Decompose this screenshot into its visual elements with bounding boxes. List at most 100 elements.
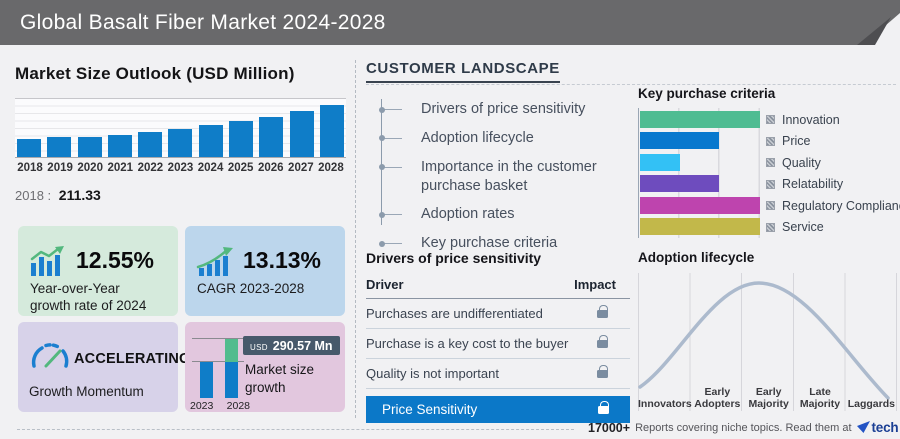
- lock-icon: [597, 304, 608, 318]
- market-bar: [17, 139, 41, 157]
- market-year-label: 2019: [47, 162, 73, 174]
- price-sensitivity-section: Drivers of price sensitivity Driver Impa…: [366, 250, 630, 423]
- base-value: 211.33: [58, 187, 101, 203]
- kpc-bar: [640, 111, 760, 128]
- list-item: Importance in the customer purchase bask…: [378, 153, 630, 201]
- growth-amount-badge: USD 290.57 Mn: [243, 336, 340, 355]
- growth-amount: 290.57 Mn: [272, 338, 333, 353]
- growth-label: Market size growth: [245, 362, 315, 395]
- highlight-label: Price Sensitivity: [382, 402, 478, 417]
- kpc-bar: [640, 196, 760, 214]
- market-bar: [259, 116, 284, 157]
- kpc-legend-label: Innovation: [782, 112, 840, 127]
- adoption-stage-label: Late Majority: [799, 385, 841, 410]
- kpc-legend-item: Relatability: [766, 174, 898, 196]
- mini-year-end: 2028: [226, 400, 250, 412]
- kpc-bar: [640, 153, 680, 171]
- market-bar: [138, 132, 163, 157]
- mini-chart-years: 2023 2028: [190, 400, 250, 412]
- yoy-growth-card: 12.55% Year-over-Year growth rate of 202…: [18, 226, 178, 316]
- key-purchase-criteria-title: Key purchase criteria: [638, 86, 776, 101]
- header-bar: Global Basalt Fiber Market 2024-2028: [0, 0, 900, 45]
- market-bar: [107, 135, 132, 157]
- market-bar: [229, 121, 254, 157]
- market-year-label: 2021: [107, 162, 134, 174]
- legend-swatch-icon: [766, 136, 775, 146]
- title-dashed-rule: [366, 84, 896, 85]
- brand-tech: tech: [871, 420, 899, 435]
- bar-trend-icon: [30, 246, 64, 276]
- driver-cell: Purchases are undifferentiated: [366, 306, 543, 321]
- market-year-label: 2024: [197, 162, 224, 174]
- legend-swatch-icon: [766, 222, 775, 232]
- adoption-curve-chart: Innovators Early Adopters Early Majority La…: [638, 273, 897, 411]
- adoption-lifecycle-section: Adoption lifecycle Innovators Early Adopt…: [638, 250, 897, 411]
- page-corner-fold: [857, 13, 900, 45]
- adoption-stage-label: Early Majority: [748, 385, 789, 410]
- yoy-label: Year-over-Year growth rate of 2024: [30, 281, 147, 314]
- price-sensitivity-highlight-row[interactable]: Price Sensitivity: [366, 396, 630, 423]
- market-year-labels: 2018 2019 2020 2021 2022 2023 2024 2025 2026 2027…: [15, 162, 346, 174]
- market-size-title: Market Size Outlook (USD Million): [15, 64, 295, 83]
- growth-mini-chart: 2023 2028: [190, 338, 250, 412]
- table-header-row: Driver Impact: [366, 277, 630, 299]
- kpc-legend-label: Quality: [782, 155, 821, 170]
- market-year-label: 2020: [77, 162, 103, 174]
- market-bar: [319, 104, 344, 157]
- market-bar: [198, 125, 223, 157]
- adoption-stage-labels: Innovators Early Adopters Early Majority La…: [638, 386, 897, 410]
- legend-swatch-icon: [766, 201, 775, 211]
- market-year-label: 2022: [137, 162, 164, 174]
- market-bar: [289, 111, 314, 157]
- kpc-legend-item: Price: [766, 131, 898, 153]
- legend-swatch-icon: [766, 158, 775, 168]
- market-bar: [47, 137, 72, 157]
- kpc-legend-label: Regulatory Compliance: [782, 198, 900, 213]
- reports-count: 17000+: [588, 420, 631, 435]
- base-year-note: 2018 : 211.33: [15, 187, 346, 203]
- speedometer-icon: [31, 343, 69, 368]
- technavio-arrow-icon: [856, 421, 870, 433]
- base-year: 2018: [15, 188, 44, 203]
- momentum-label: Growth Momentum: [29, 384, 144, 399]
- market-bar-chart: [15, 98, 346, 158]
- mini-year-start: 2023: [190, 400, 214, 412]
- legend-swatch-icon: [766, 179, 775, 189]
- kpc-plot-area: [638, 108, 760, 238]
- base-separator: :: [47, 188, 52, 203]
- market-year-label: 2027: [288, 162, 314, 174]
- momentum-value: ACCELERATING: [74, 351, 191, 367]
- currency-label: USD: [250, 342, 268, 352]
- market-bars: [17, 99, 344, 157]
- technavio-logo[interactable]: technavio: [856, 420, 900, 435]
- table-row: Purchases are undifferentiated: [366, 299, 630, 329]
- lock-icon: [598, 400, 609, 414]
- impact-column-header: Impact: [574, 277, 616, 292]
- adoption-lifecycle-title: Adoption lifecycle: [638, 250, 755, 265]
- kpc-legend-item: Innovation: [766, 109, 898, 131]
- mini-bar-2028-growth: [225, 339, 238, 362]
- footer-note: Reports covering niche topics. Read them…: [635, 421, 852, 434]
- adoption-stage-label: Early Adopters: [694, 385, 741, 410]
- market-size-section: Market Size Outlook (USD Million) 2018 20…: [15, 64, 346, 203]
- infographic-page: Global Basalt Fiber Market 2024-2028 Mar…: [0, 0, 900, 439]
- market-bar: [77, 137, 102, 157]
- page-title: Global Basalt Fiber Market 2024-2028: [20, 11, 386, 34]
- customer-landscape-list: Drivers of price sensitivity Adoption li…: [378, 95, 630, 258]
- table-row: Purchase is a key cost to the buyer: [366, 329, 630, 359]
- legend-swatch-icon: [766, 115, 775, 125]
- driver-cell: Quality is not important: [366, 366, 499, 381]
- list-item: Drivers of price sensitivity: [378, 95, 630, 124]
- table-row: Quality is not important: [366, 359, 630, 389]
- mini-bar-2028-base: [225, 362, 238, 398]
- lock-icon: [597, 364, 608, 378]
- section-divider: [355, 60, 356, 418]
- kpc-bar: [640, 175, 720, 193]
- kpc-legend-label: Price: [782, 134, 811, 149]
- key-purchase-criteria-section: Key purchase criteria Innovation Price Qua…: [638, 86, 900, 238]
- market-year-label: 2023: [167, 162, 194, 174]
- kpc-legend: Innovation Price Quality Relatability Regula…: [766, 109, 900, 238]
- market-year-label: 2025: [227, 162, 254, 174]
- footer: 17000+ Reports covering niche topics. Re…: [588, 420, 900, 435]
- kpc-bars: [640, 111, 760, 235]
